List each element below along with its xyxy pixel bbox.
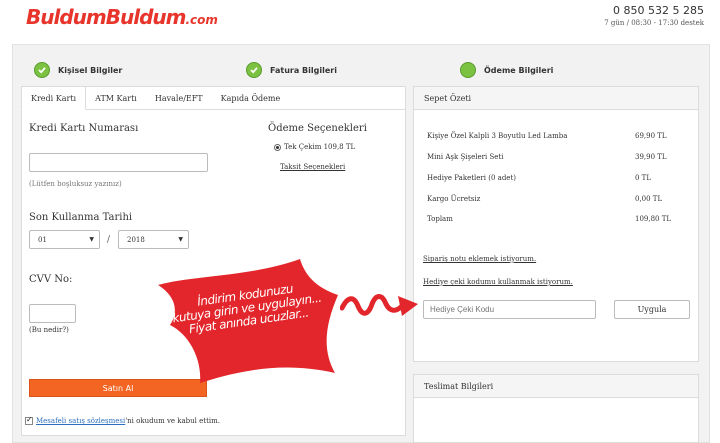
expiry-label: Son Kullanma Tarihi <box>29 212 133 223</box>
tab-wire-transfer[interactable]: Havale/EFT <box>146 86 212 110</box>
card-number-hint: (Lütfen boşluksuz yazınız) <box>29 180 122 188</box>
site-logo[interactable]: BuldumBuldum.com <box>26 5 218 29</box>
installment-options-link[interactable]: Taksit Seçenekleri <box>280 163 345 171</box>
cart-summary-panel <box>413 86 699 362</box>
arrow-icon <box>340 294 418 316</box>
step-personal-info: Kişisel Bilgiler <box>34 61 122 79</box>
step-label: Fatura Bilgileri <box>270 65 337 75</box>
expiry-separator: / <box>107 235 111 245</box>
summary-total-row: Toplam 109,80 TL <box>427 215 672 223</box>
agreement-checkbox[interactable] <box>25 415 33 425</box>
tab-atm-card[interactable]: ATM Kartı <box>86 86 146 110</box>
summary-row: Hediye Paketleri (0 adet) 0 TL <box>427 174 651 182</box>
radio-selected[interactable] <box>274 143 281 151</box>
tab-cash-on-delivery[interactable]: Kapıda Ödeme <box>212 86 290 110</box>
support-phone: 0 850 532 5 285 <box>613 4 704 17</box>
card-number-label: Kredi Kartı Numarası <box>29 123 139 134</box>
card-number-input[interactable] <box>29 153 208 172</box>
cvv-input[interactable] <box>29 304 76 323</box>
payment-tabs: Kredi Kartı ATM Kartı Havale/EFT Kapıda … <box>21 86 289 110</box>
expiry-month-select[interactable]: 01 ▼ <box>29 230 100 249</box>
step-billing-info: Fatura Bilgileri <box>246 61 337 79</box>
tab-credit-card[interactable]: Kredi Kartı <box>21 86 87 110</box>
agreement-text: 'ni okudum ve kabul ettim. <box>125 417 221 425</box>
single-payment-option[interactable]: Tek Çekim 109,8 TL <box>274 143 355 151</box>
expiry-year-select[interactable]: 2018 ▼ <box>118 230 189 249</box>
gift-code-link[interactable]: Hediye çeki kodumu kullanmak istiyorum. <box>423 278 573 286</box>
single-payment-label: Tek Çekim 109,8 TL <box>284 143 356 151</box>
step-payment-info: Ödeme Bilgileri <box>460 61 553 79</box>
step-label: Ödeme Bilgileri <box>484 65 554 75</box>
order-note-link[interactable]: Sipariş notu eklemek istiyorum. <box>423 255 536 263</box>
agreement-link[interactable]: Mesafeli satış sözleşmesi <box>36 417 125 425</box>
apply-code-button[interactable]: Uygula <box>614 300 690 319</box>
chevron-down-icon: ▼ <box>89 236 94 243</box>
support-hours: 7 gün / 08:30 - 17:30 destek <box>604 19 704 27</box>
chevron-down-icon: ▼ <box>178 236 183 243</box>
gift-code-input[interactable] <box>423 300 596 319</box>
current-step-icon <box>460 62 476 78</box>
payment-options-title: Ödeme Seçenekleri <box>268 123 367 134</box>
step-label: Kişisel Bilgiler <box>58 65 123 75</box>
cvv-help-link[interactable]: (Bu nedir?) <box>29 326 69 334</box>
check-icon <box>246 62 262 78</box>
header: BuldumBuldum.com 0 850 532 5 285 7 gün /… <box>0 0 720 40</box>
cvv-label: CVV No: <box>29 274 73 285</box>
cart-summary-title: Sepet Özeti <box>413 86 699 110</box>
check-icon <box>34 62 50 78</box>
agreement-row: Mesafeli satış sözleşmesi'ni okudum ve k… <box>25 415 221 425</box>
summary-row: Mini Aşk Şişeleri Seti 39,90 TL <box>427 153 667 161</box>
summary-row: Kargo Ücretsiz 0,00 TL <box>427 195 663 203</box>
delivery-title: Teslimat Bilgileri <box>413 374 699 398</box>
summary-row: Kişiye Özel Kalpli 3 Boyutlu Led Lamba 69… <box>427 132 667 140</box>
